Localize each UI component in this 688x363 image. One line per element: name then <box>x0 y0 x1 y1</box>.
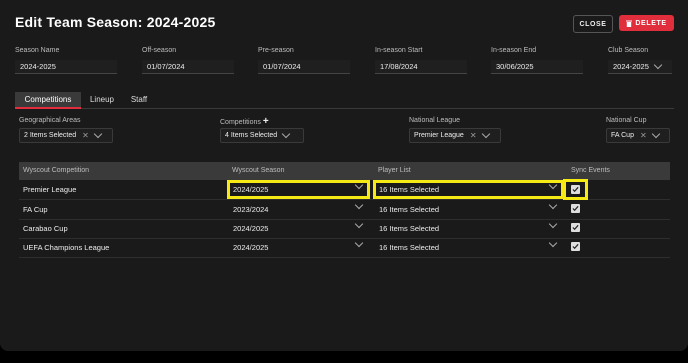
chevron-down-icon <box>651 129 660 139</box>
player-list-value: 16 Items Selected <box>379 224 440 233</box>
national-league-select[interactable]: Premier League ✕ <box>409 128 501 143</box>
geographical-areas-label: Geographical Areas <box>19 117 81 124</box>
wyscout-season-select[interactable]: 2024/2025 <box>229 219 368 236</box>
plus-icon[interactable]: + <box>263 116 269 127</box>
club-season-label: Club Season <box>608 47 649 54</box>
off-season-label: Off-season <box>142 47 177 54</box>
in-season-start-label: In-season Start <box>375 47 423 54</box>
chevron-down-icon <box>548 200 558 210</box>
checkmark-icon <box>572 224 579 231</box>
competition-cell: Premier League <box>23 185 77 194</box>
header-sync-events: Sync Events <box>571 167 610 174</box>
player-list-value: 16 Items Selected <box>379 243 440 252</box>
national-cup-label: National Cup <box>606 117 647 124</box>
season-name-input[interactable]: 2024-2025 <box>15 60 117 74</box>
chevron-down-icon <box>281 129 291 139</box>
player-list-value: 16 Items Selected <box>379 205 440 214</box>
off-season-input[interactable]: 01/07/2024 <box>142 60 234 74</box>
club-season-select[interactable]: 2024-2025 <box>608 60 672 74</box>
delete-label: DELETE <box>635 19 667 27</box>
in-season-start-input[interactable]: 17/08/2024 <box>375 60 467 74</box>
national-cup-value: FA Cup <box>611 132 634 139</box>
competition-cell: UEFA Champions League <box>23 243 110 252</box>
wyscout-season-select[interactable]: 2023/2024 <box>229 200 368 217</box>
table-row: FA Cup 2023/2024 16 Items Selected <box>19 200 670 220</box>
clear-icon[interactable]: ✕ <box>640 131 647 140</box>
national-cup-select[interactable]: FA Cup ✕ <box>606 128 670 143</box>
season-value: 2024/2025 <box>233 243 269 252</box>
competition-cell: Carabao Cup <box>23 224 68 233</box>
dialog-title: Edit Team Season: 2024-2025 <box>15 14 216 30</box>
season-name-label: Season Name <box>15 47 60 54</box>
season-value: 2024/2025 <box>233 185 269 194</box>
tab-lineup[interactable]: Lineup <box>83 92 121 107</box>
pre-season-input[interactable]: 01/07/2024 <box>258 60 350 74</box>
clear-icon[interactable]: ✕ <box>470 131 477 140</box>
chevron-down-icon <box>548 238 558 248</box>
sync-events-checkbox[interactable] <box>571 204 580 213</box>
chevron-down-icon <box>548 180 558 190</box>
edit-team-season-dialog: Edit Team Season: 2024-2025 CLOSE DELETE… <box>0 0 688 351</box>
in-season-end-input[interactable]: 30/06/2025 <box>491 60 583 74</box>
chevron-down-icon <box>548 219 558 229</box>
header-wyscout-competition: Wyscout Competition <box>23 167 90 174</box>
chevron-down-icon <box>653 60 663 70</box>
delete-button[interactable]: DELETE <box>619 15 674 31</box>
clear-icon[interactable]: ✕ <box>82 131 89 140</box>
competitions-value: 4 Items Selected <box>225 132 278 139</box>
season-value: 2023/2024 <box>233 205 269 214</box>
player-list-select[interactable]: 16 Items Selected <box>375 200 562 217</box>
competition-cell: FA Cup <box>23 205 48 214</box>
competitions-select[interactable]: 4 Items Selected <box>220 128 304 143</box>
chevron-down-icon <box>481 129 490 139</box>
national-league-value: Premier League <box>414 132 464 139</box>
chevron-down-icon <box>93 129 103 139</box>
wyscout-season-select[interactable]: 2024/2025 <box>227 180 370 199</box>
sync-events-checkbox[interactable] <box>571 185 580 194</box>
chevron-down-icon <box>354 180 364 190</box>
checkmark-icon <box>572 186 579 193</box>
sync-events-highlight <box>563 179 588 200</box>
sync-events-checkbox[interactable] <box>571 223 580 232</box>
tab-competitions[interactable]: Competitions <box>15 92 81 109</box>
tab-staff[interactable]: Staff <box>123 92 155 107</box>
tab-bar: Competitions Lineup Staff <box>15 92 674 109</box>
competitions-label: Competitions + <box>220 116 269 127</box>
club-season-value: 2024-2025 <box>613 62 649 71</box>
chevron-down-icon <box>354 219 364 229</box>
player-list-select[interactable]: 16 Items Selected <box>375 219 562 236</box>
player-list-select[interactable]: 16 Items Selected <box>373 180 564 199</box>
player-list-select[interactable]: 16 Items Selected <box>375 238 562 255</box>
checkmark-icon <box>572 205 579 212</box>
table-row: Carabao Cup 2024/2025 16 Items Selected <box>19 219 670 239</box>
season-value: 2024/2025 <box>233 224 269 233</box>
table-header: Wyscout Competition Wyscout Season Playe… <box>19 162 670 180</box>
sync-events-checkbox[interactable] <box>571 242 580 251</box>
close-button[interactable]: CLOSE <box>573 15 613 33</box>
wyscout-season-select[interactable]: 2024/2025 <box>229 238 368 255</box>
player-list-value: 16 Items Selected <box>379 185 440 194</box>
geographical-areas-select[interactable]: 2 Items Selected ✕ <box>19 128 113 143</box>
in-season-end-label: In-season End <box>491 47 537 54</box>
header-wyscout-season: Wyscout Season <box>232 167 285 174</box>
geographical-areas-value: 2 Items Selected <box>24 132 77 139</box>
chevron-down-icon <box>354 238 364 248</box>
table-row: UEFA Champions League 2024/2025 16 Items… <box>19 238 670 258</box>
pre-season-label: Pre-season <box>258 47 294 54</box>
trash-icon <box>626 20 633 27</box>
chevron-down-icon <box>354 200 364 210</box>
competitions-label-text: Competitions <box>220 119 261 126</box>
header-player-list: Player List <box>378 167 411 174</box>
table-row: Premier League 2024/2025 16 Items Select… <box>19 179 670 200</box>
national-league-label: National League <box>409 117 460 124</box>
checkmark-icon <box>572 243 579 250</box>
